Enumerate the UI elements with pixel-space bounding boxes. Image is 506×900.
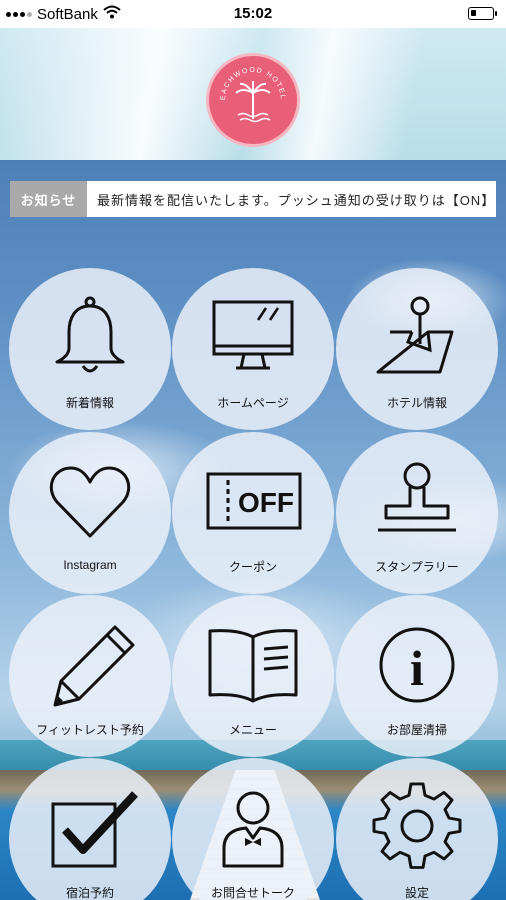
menu-label: フィットレスト予約 xyxy=(36,723,144,737)
menu-item-stamp-rally[interactable]: スタンプラリー xyxy=(336,432,498,594)
menu-label: ホームページ xyxy=(217,396,289,410)
menu-item-settings[interactable]: 設定 xyxy=(336,758,498,900)
menu-item-stay-reservation[interactable]: 宿泊予約 xyxy=(9,758,171,900)
menu-item-menu[interactable]: メニュー xyxy=(172,595,334,757)
stamp-icon xyxy=(378,462,456,532)
menu-item-news[interactable]: 新着情報 xyxy=(9,268,171,430)
menu-item-room-cleaning[interactable]: i お部屋清掃 xyxy=(336,595,498,757)
menu-item-instagram[interactable]: Instagram xyxy=(9,432,171,594)
coupon-icon: OFF xyxy=(206,472,302,530)
menu-item-inquiry-talk[interactable]: お問合せトーク xyxy=(172,758,334,900)
menu-label: スタンプラリー xyxy=(375,560,459,574)
menu-item-homepage[interactable]: ホームページ xyxy=(172,268,334,430)
menu-label: お問合せトーク xyxy=(210,886,295,900)
menu-item-fitness-reservation[interactable]: フィットレスト予約 xyxy=(9,595,171,757)
heart-icon xyxy=(49,466,131,538)
gear-icon xyxy=(372,782,462,869)
checkbox-icon xyxy=(51,791,138,868)
bell-icon xyxy=(55,296,125,373)
menu-label: メニュー xyxy=(228,723,277,737)
menu-grid: 新着情報 ホームページ ホテル情報 Instagram OFF クーポン スタン… xyxy=(0,0,506,900)
status-bar: SoftBank 15:02 xyxy=(0,0,506,28)
battery-icon xyxy=(468,7,497,20)
menu-label: クーポン xyxy=(228,560,277,574)
info-glyph: i xyxy=(410,640,424,696)
book-icon xyxy=(208,629,298,703)
menu-label: 宿泊予約 xyxy=(65,886,114,900)
battery-level xyxy=(471,10,476,16)
menu-label: 設定 xyxy=(404,886,429,900)
monitor-icon xyxy=(212,300,294,370)
menu-item-coupon[interactable]: OFF クーポン xyxy=(172,432,334,594)
coupon-off-text: OFF xyxy=(238,487,294,518)
menu-label: Instagram xyxy=(63,558,117,572)
map-pin-icon xyxy=(376,296,454,374)
menu-label: お部屋清掃 xyxy=(386,723,447,737)
menu-label: 新着情報 xyxy=(65,396,114,410)
clock: 15:02 xyxy=(233,5,273,22)
concierge-icon xyxy=(222,791,284,868)
info-icon: i xyxy=(379,627,455,703)
pencil-icon xyxy=(53,625,135,707)
menu-label: ホテル情報 xyxy=(386,396,447,410)
menu-item-hotel-info[interactable]: ホテル情報 xyxy=(336,268,498,430)
